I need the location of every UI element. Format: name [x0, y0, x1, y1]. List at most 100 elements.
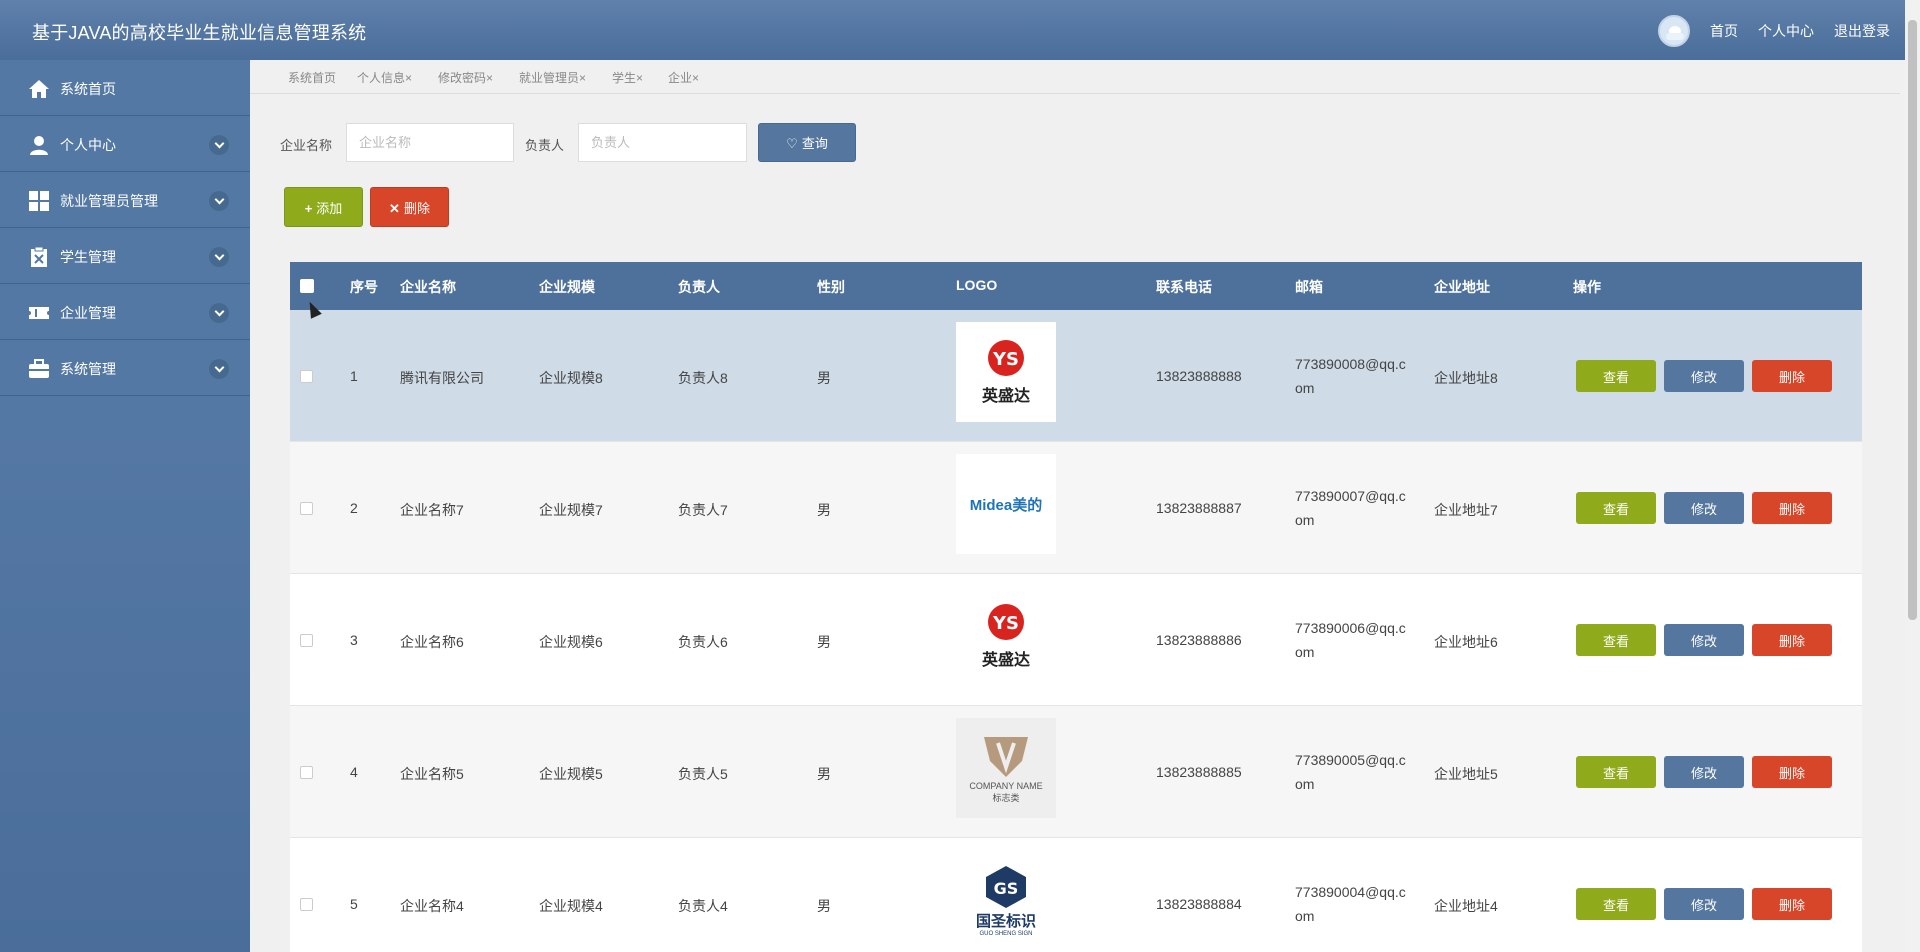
delete-button[interactable]: 删除 [1752, 360, 1832, 392]
query-button[interactable]: ♡ 查询 [758, 123, 856, 162]
cell-scale: 企业规模8 [539, 370, 603, 386]
delete-button[interactable]: 删除 [1752, 624, 1832, 656]
tab-employment-admin[interactable]: 就业管理员× [519, 69, 586, 86]
home-link[interactable]: 首页 [1710, 21, 1738, 41]
chevron-down-icon[interactable] [209, 191, 229, 211]
tab-personal-info[interactable]: 个人信息× [357, 69, 412, 86]
svg-text:GS: GS [994, 879, 1019, 898]
cell-name: 企业名称7 [400, 502, 464, 518]
view-button[interactable]: 查看 [1576, 360, 1656, 392]
table-row[interactable]: 2 企业名称7 企业规模7 负责人7 男 Midea美的 13823888887… [290, 442, 1862, 574]
cell-phone: 13823888887 [1156, 500, 1242, 516]
cell-name: 企业名称5 [400, 766, 464, 782]
table-header: 序号 企业名称 企业规模 负责人 性别 LOGO 联系电话 邮箱 企业地址 操作 [290, 262, 1862, 310]
clipboard-icon [31, 246, 47, 267]
col-header-logo: LOGO [956, 277, 998, 293]
chevron-down-icon[interactable] [209, 247, 229, 267]
chevron-down-icon[interactable] [209, 135, 229, 155]
cell-email-cont: om [1295, 644, 1315, 660]
cell-name: 企业名称4 [400, 898, 464, 914]
col-header-no: 序号 [350, 279, 378, 295]
row-checkbox[interactable] [300, 502, 313, 515]
cell-gender: 男 [817, 370, 831, 386]
row-checkbox[interactable] [300, 634, 313, 647]
sidebar-item-student-management[interactable]: 学生管理 [0, 228, 250, 284]
cell-scale: 企业规模7 [539, 502, 603, 518]
delete-button[interactable]: 删除 [1752, 888, 1832, 920]
view-button[interactable]: 查看 [1576, 624, 1656, 656]
avatar[interactable] [1658, 15, 1690, 47]
cell-email-cont: om [1295, 512, 1315, 528]
sidebar: 系统首页 个人中心 就业管理员管理 学生管理 企业管理 系统管理 [0, 60, 250, 952]
edit-button[interactable]: 修改 [1664, 888, 1744, 920]
tab-change-password[interactable]: 修改密码× [438, 69, 493, 86]
table-row[interactable]: 3 企业名称6 企业规模6 负责人6 男 YS 英盛达 13823888886 … [290, 574, 1862, 706]
delete-button[interactable]: 删除 [1752, 492, 1832, 524]
sidebar-item-admin-management[interactable]: 就业管理员管理 [0, 172, 250, 228]
tab-home[interactable]: 系统首页 [288, 69, 336, 86]
grid-icon [29, 191, 49, 211]
cell-email: 773890008@qq.c [1295, 356, 1406, 372]
personal-center-link[interactable]: 个人中心 [1758, 21, 1814, 41]
chevron-down-icon[interactable] [209, 303, 229, 323]
cell-gender: 男 [817, 766, 831, 782]
breadcrumb-tabs: 系统首页 个人信息× 修改密码× 就业管理员× 学生× 企业× [250, 60, 1900, 94]
row-checkbox[interactable] [300, 898, 313, 911]
sidebar-item-label: 企业管理 [60, 305, 116, 321]
cell-address: 企业地址5 [1434, 766, 1498, 782]
cell-gender: 男 [817, 502, 831, 518]
row-checkbox[interactable] [300, 370, 313, 383]
delete-button[interactable]: 删除 [1752, 756, 1832, 788]
edit-button[interactable]: 修改 [1664, 756, 1744, 788]
company-table: 序号 企业名称 企业规模 负责人 性别 LOGO 联系电话 邮箱 企业地址 操作… [290, 262, 1862, 952]
table-row[interactable]: 4 企业名称5 企业规模5 负责人5 男 COMPANY NAME 标志类 13… [290, 706, 1862, 838]
logo-text: 英盛达 [981, 652, 1030, 669]
view-button[interactable]: 查看 [1576, 756, 1656, 788]
edit-button[interactable]: 修改 [1664, 624, 1744, 656]
sidebar-item-system-management[interactable]: 系统管理 [0, 340, 250, 396]
cell-email-cont: om [1295, 908, 1315, 924]
table-row[interactable]: 1 腾讯有限公司 企业规模8 负责人8 男 YS 英盛达 13823888888… [290, 310, 1862, 442]
company-logo-image: YS 英盛达 [956, 322, 1056, 422]
tab-company[interactable]: 企业× [668, 69, 699, 86]
col-header-actions: 操作 [1573, 279, 1601, 295]
scrollbar-thumb[interactable] [1908, 20, 1917, 620]
logout-link[interactable]: 退出登录 [1834, 21, 1890, 41]
view-button[interactable]: 查看 [1576, 492, 1656, 524]
cell-email-cont: om [1295, 776, 1315, 792]
tab-student[interactable]: 学生× [612, 69, 643, 86]
edit-button[interactable]: 修改 [1664, 492, 1744, 524]
chevron-down-icon[interactable] [209, 359, 229, 379]
company-name-input[interactable] [346, 123, 514, 162]
table-row[interactable]: 5 企业名称4 企业规模4 负责人4 男 GS 国圣标识 GUO SHENG S… [290, 838, 1862, 952]
row-checkbox[interactable] [300, 766, 313, 779]
cell-address: 企业地址6 [1434, 634, 1498, 650]
add-button[interactable]: + 添加 [284, 187, 363, 227]
add-button-label: 添加 [316, 200, 343, 216]
cell-no: 3 [350, 632, 358, 648]
batch-delete-button[interactable]: ✕ 删除 [370, 187, 449, 227]
app-title: 基于JAVA的高校毕业生就业信息管理系统 [32, 23, 367, 43]
logo-subtext: GUO SHENG SIGN [979, 930, 1033, 937]
select-all-checkbox[interactable] [300, 279, 314, 293]
sidebar-item-company-management[interactable]: 企业管理 [0, 284, 250, 340]
edit-button[interactable]: 修改 [1664, 360, 1744, 392]
delete-button-label: 删除 [403, 200, 430, 216]
col-header-phone: 联系电话 [1156, 279, 1212, 295]
query-button-label: 查询 [801, 136, 828, 151]
sidebar-item-personal-center[interactable]: 个人中心 [0, 116, 250, 172]
company-logo-image: GS 国圣标识 GUO SHENG SIGN [956, 850, 1056, 950]
cell-gender: 男 [817, 634, 831, 650]
cell-email: 773890004@qq.c [1295, 884, 1406, 900]
sidebar-item-home[interactable]: 系统首页 [0, 60, 250, 116]
cell-no: 2 [350, 500, 358, 516]
cell-phone: 13823888888 [1156, 368, 1242, 384]
home-icon [29, 80, 49, 98]
cell-address: 企业地址8 [1434, 370, 1498, 386]
cell-manager: 负责人6 [678, 634, 728, 650]
view-button[interactable]: 查看 [1576, 888, 1656, 920]
sidebar-item-label: 学生管理 [60, 249, 116, 265]
logo-text: Midea美的 [969, 496, 1043, 514]
cell-email: 773890005@qq.c [1295, 752, 1406, 768]
manager-input[interactable] [578, 123, 747, 162]
